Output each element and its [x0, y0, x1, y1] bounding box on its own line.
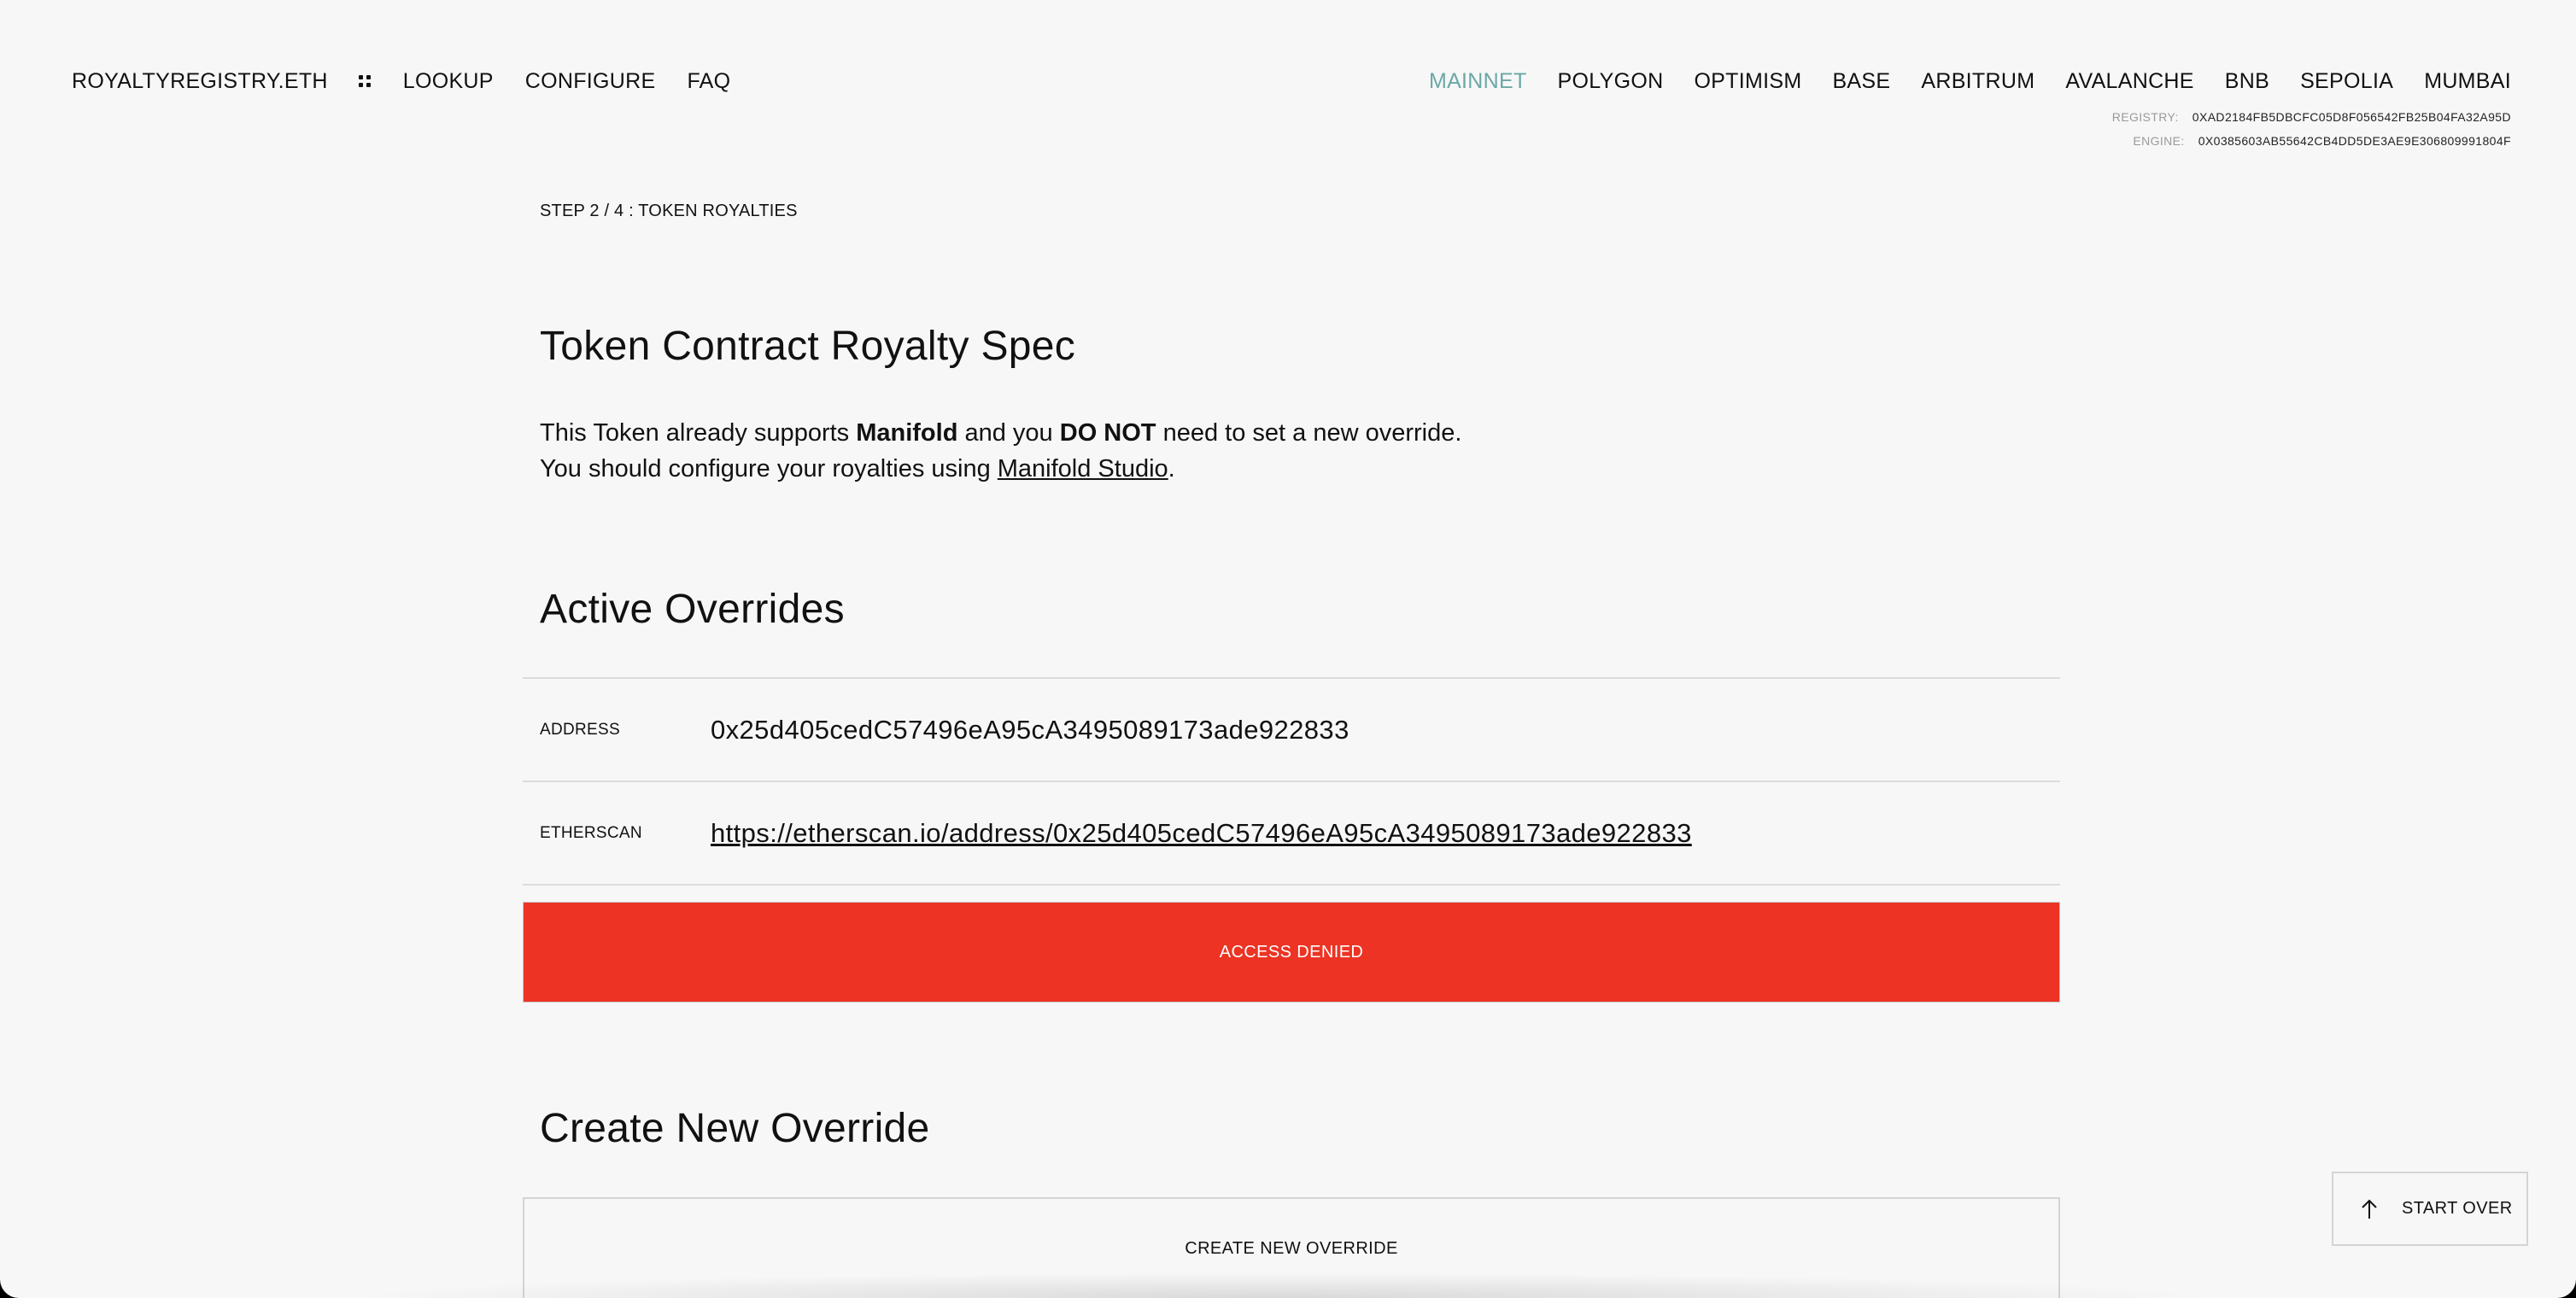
top-nav-left: ROYALTYREGISTRY.ETH LOOKUP CONFIGURE FAQ [72, 67, 762, 96]
manifold-studio-link[interactable]: Manifold Studio [998, 455, 1168, 482]
network-bnb[interactable]: BNB [2225, 69, 2269, 94]
network-polygon[interactable]: POLYGON [1558, 69, 1664, 94]
spec-title: Token Contract Royalty Spec [540, 324, 1076, 369]
registry-label: REGISTRY: [2111, 110, 2179, 124]
etherscan-link[interactable]: https://etherscan.io/address/0x25d405ced… [711, 782, 1692, 884]
create-override-title: Create New Override [540, 1106, 930, 1151]
page: ROYALTYREGISTRY.ETH LOOKUP CONFIGURE FAQ… [0, 0, 2576, 1298]
active-overrides-title: Active Overrides [540, 587, 845, 632]
network-mainnet[interactable]: MAINNET [1429, 69, 1527, 94]
network-base[interactable]: BASE [1832, 69, 1890, 94]
network-mumbai[interactable]: MUMBAI [2424, 69, 2511, 94]
spec-text: . [1168, 455, 1175, 482]
registry-row: REGISTRY: 0XAD2184FB5DBCFC05D8F056542FB2… [2111, 105, 2511, 129]
spec-text: and you [957, 419, 1060, 447]
spec-emphasis-manifold: Manifold [856, 419, 958, 447]
spec-text: need to set a new override. [1156, 419, 1462, 447]
address-value: 0x25d405cedC57496eA95cA3495089173ade9228… [711, 715, 1349, 745]
network-selector: MAINNET POLYGON OPTIMISM BASE ARBITRUM A… [1398, 67, 2511, 96]
engine-label: ENGINE: [2133, 134, 2185, 148]
spec-line-1: This Token already supports Manifold and… [540, 415, 1461, 451]
override-address-row: ADDRESS 0x25d405cedC57496eA95cA349508917… [523, 677, 2060, 781]
registry-address: 0XAD2184FB5DBCFC05D8F056542FB25B04FA32A9… [2192, 110, 2511, 124]
access-denied-button[interactable]: ACCESS DENIED [524, 903, 2059, 1002]
engine-address: 0X0385603AB55642CB4DD5DE3AE9E30680999180… [2198, 134, 2511, 148]
brand-link[interactable]: ROYALTYREGISTRY.ETH [72, 69, 328, 94]
override-etherscan-row: ETHERSCAN https://etherscan.io/address/0… [523, 781, 2060, 886]
spec-emphasis-do-not: DO NOT [1059, 419, 1156, 447]
spec-text: You should configure your royalties usin… [540, 455, 998, 482]
spec-text: This Token already supports [540, 419, 857, 447]
etherscan-label: ETHERSCAN [540, 824, 642, 842]
create-new-override-button[interactable]: CREATE NEW OVERRIDE [523, 1197, 2060, 1298]
contract-addresses: REGISTRY: 0XAD2184FB5DBCFC05D8F056542FB2… [2111, 105, 2511, 153]
network-arbitrum[interactable]: ARBITRUM [1921, 69, 2034, 94]
spec-line-2: You should configure your royalties usin… [540, 451, 1461, 487]
start-over-label: START OVER [2402, 1199, 2513, 1218]
network-sepolia[interactable]: SEPOLIA [2300, 69, 2393, 94]
nav-link-faq[interactable]: FAQ [687, 69, 730, 94]
network-optimism[interactable]: OPTIMISM [1694, 69, 1801, 94]
nav-link-configure[interactable]: CONFIGURE [525, 69, 656, 94]
nav-link-lookup[interactable]: LOOKUP [403, 69, 494, 94]
spec-description: This Token already supports Manifold and… [540, 415, 1461, 487]
arrow-up-icon [2362, 1199, 2377, 1219]
network-avalanche[interactable]: AVALANCHE [2065, 69, 2193, 94]
engine-row: ENGINE: 0X0385603AB55642CB4DD5DE3AE9E306… [2111, 129, 2511, 153]
start-over-button[interactable]: START OVER [2332, 1172, 2528, 1246]
grid-dots-icon[interactable] [358, 75, 371, 87]
step-indicator: STEP 2 / 4 : TOKEN ROYALTIES [540, 202, 798, 220]
address-label: ADDRESS [540, 721, 620, 739]
